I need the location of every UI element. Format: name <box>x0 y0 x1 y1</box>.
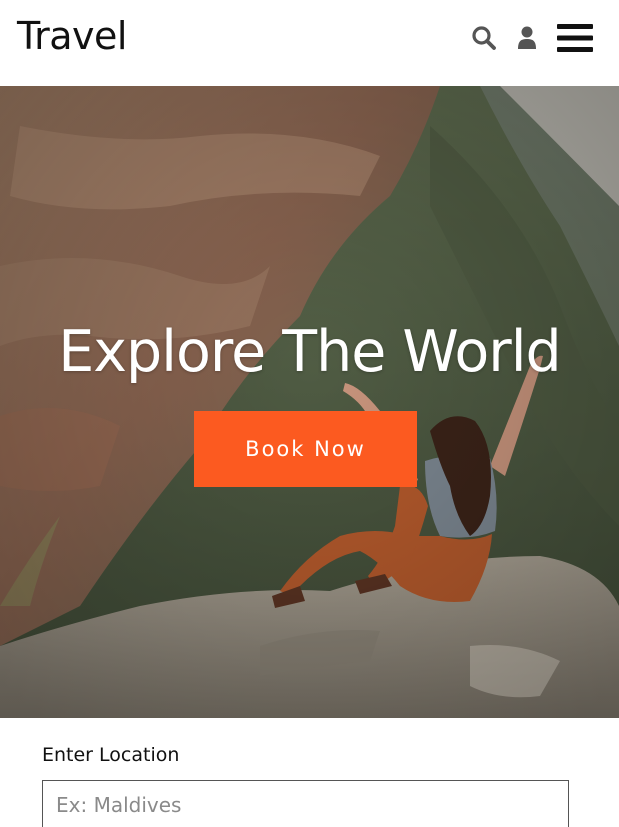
hero-section: Explore The World Book Now <box>0 86 619 718</box>
booking-form: Enter Location <box>0 718 619 827</box>
search-icon[interactable] <box>471 25 497 51</box>
header-actions <box>471 20 593 56</box>
user-icon[interactable] <box>517 26 537 50</box>
location-input[interactable] <box>42 780 569 827</box>
location-label: Enter Location <box>42 744 180 766</box>
site-header: Travel <box>0 0 619 86</box>
site-logo[interactable]: Travel <box>17 14 127 58</box>
hero-title: Explore The World <box>58 319 562 385</box>
hero-background-image <box>0 86 619 718</box>
book-now-button[interactable]: Book Now <box>194 411 417 487</box>
menu-icon[interactable] <box>557 22 593 54</box>
